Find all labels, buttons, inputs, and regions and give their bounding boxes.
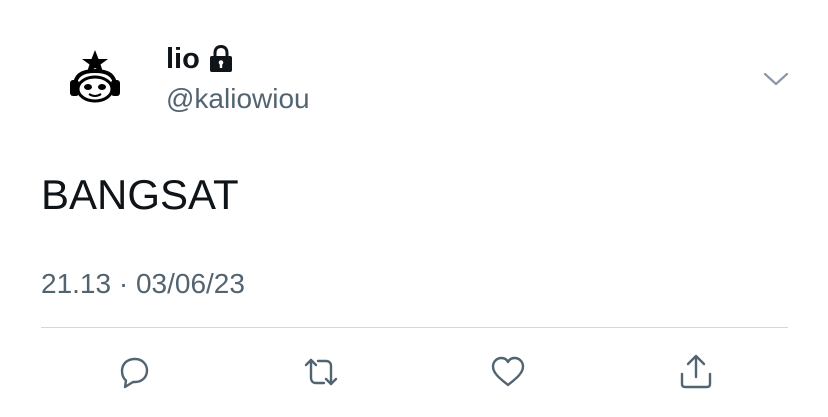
- like-button[interactable]: [486, 350, 530, 394]
- author-handle[interactable]: @kaliowiou: [166, 82, 310, 116]
- avatar-icon: [70, 50, 120, 103]
- display-name[interactable]: lio: [166, 41, 200, 77]
- chevron-down-icon[interactable]: [762, 70, 790, 88]
- author-name-row: lio: [166, 41, 234, 77]
- avatar[interactable]: [62, 44, 128, 110]
- retweet-icon: [304, 358, 338, 386]
- reply-icon: [120, 357, 149, 389]
- divider: [41, 327, 788, 328]
- tweet-text: BANGSAT: [41, 171, 239, 218]
- heart-icon: [491, 356, 525, 387]
- share-button[interactable]: [674, 350, 718, 394]
- lock-icon: [208, 44, 234, 74]
- tweet-timestamp[interactable]: 21.13 · 03/06/23: [41, 266, 245, 302]
- reply-button[interactable]: [112, 350, 156, 394]
- share-icon: [680, 354, 712, 389]
- retweet-button[interactable]: [299, 350, 343, 394]
